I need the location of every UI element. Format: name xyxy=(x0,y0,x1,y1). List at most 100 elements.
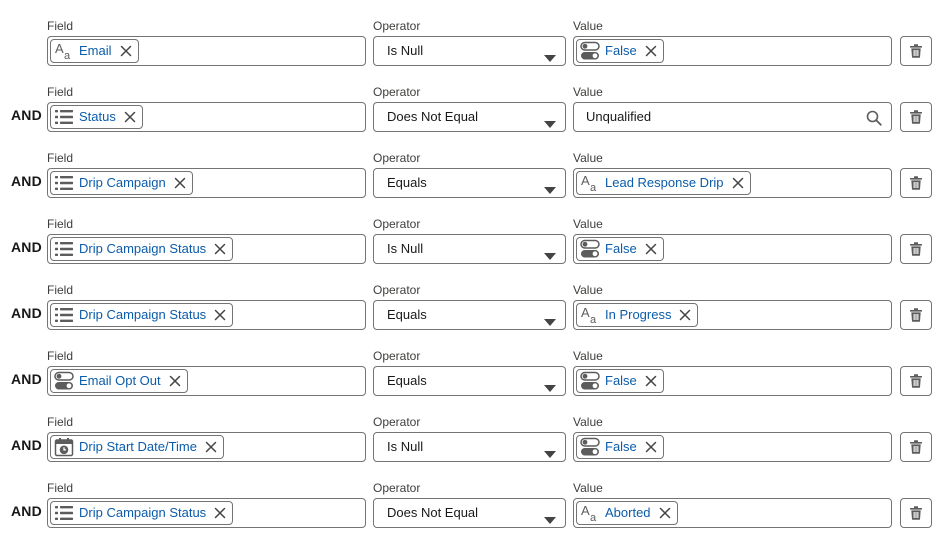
close-icon[interactable] xyxy=(645,375,657,387)
close-icon[interactable] xyxy=(124,111,136,123)
text-type-icon: Aa xyxy=(580,173,600,193)
close-icon[interactable] xyxy=(645,441,657,453)
picklist-icon xyxy=(54,107,74,127)
operator-select[interactable]: Does Not Equal xyxy=(373,102,566,132)
field-pill-label: Status xyxy=(79,109,116,124)
field-pill[interactable]: Drip Campaign Status xyxy=(50,237,234,261)
operator-select[interactable]: Equals xyxy=(373,168,566,198)
operator-select[interactable]: Equals xyxy=(373,366,566,396)
value-pill[interactable]: Aa Lead Response Drip xyxy=(576,171,751,195)
operator-select[interactable]: Is Null xyxy=(373,36,566,66)
close-icon[interactable] xyxy=(659,507,671,519)
field-input[interactable]: Aa Email xyxy=(47,36,366,66)
trash-icon xyxy=(909,176,923,190)
operator-select[interactable]: Equals xyxy=(373,300,566,330)
delete-condition-button[interactable] xyxy=(900,498,932,528)
operator-select[interactable]: Does Not Equal xyxy=(373,498,566,528)
svg-text:A: A xyxy=(55,41,64,56)
field-pill[interactable]: Drip Campaign Status xyxy=(50,501,234,525)
filter-conditions: Field Operator Value Aa Email Is Null False AND… xyxy=(0,0,938,541)
toggle-icon xyxy=(580,239,600,259)
value-input[interactable]: Unqualified xyxy=(573,102,892,132)
value-input[interactable]: False xyxy=(573,366,892,396)
field-input[interactable]: Drip Campaign Status xyxy=(47,498,366,528)
close-icon[interactable] xyxy=(169,375,181,387)
value-input[interactable]: False xyxy=(573,234,892,264)
value-pill[interactable]: Aa In Progress xyxy=(576,303,699,327)
filter-row: AND Field Operator Value Email Opt Out Equals… xyxy=(0,349,938,415)
value-pill-label: Aborted xyxy=(605,505,651,520)
value-input[interactable]: False xyxy=(573,432,892,462)
delete-condition-button[interactable] xyxy=(900,432,932,462)
operator-label: Operator xyxy=(373,151,421,165)
close-icon[interactable] xyxy=(214,243,226,255)
field-pill[interactable]: Drip Campaign Status xyxy=(50,303,234,327)
field-pill[interactable]: Email Opt Out xyxy=(50,369,188,393)
close-icon[interactable] xyxy=(205,441,217,453)
field-label: Field xyxy=(47,481,74,495)
field-label: Field xyxy=(47,151,74,165)
toggle-icon xyxy=(580,437,600,457)
delete-condition-button[interactable] xyxy=(900,366,932,396)
field-input[interactable]: Status xyxy=(47,102,366,132)
trash-icon xyxy=(909,440,923,454)
operator-select[interactable]: Is Null xyxy=(373,432,566,462)
field-pill[interactable]: Drip Campaign xyxy=(50,171,193,195)
value-pill[interactable]: False xyxy=(576,369,664,393)
delete-condition-button[interactable] xyxy=(900,234,932,264)
field-input[interactable]: Drip Campaign Status xyxy=(47,300,366,330)
field-input[interactable]: Drip Campaign Status xyxy=(47,234,366,264)
value-pill[interactable]: False xyxy=(576,435,664,459)
operator-value: Does Not Equal xyxy=(387,109,479,124)
close-icon[interactable] xyxy=(645,45,657,57)
value-pill-label: In Progress xyxy=(605,307,672,322)
search-icon[interactable] xyxy=(866,110,882,126)
chevron-down-icon xyxy=(544,445,556,458)
svg-text:A: A xyxy=(581,173,590,188)
field-label: Field xyxy=(47,415,74,429)
field-input[interactable]: Email Opt Out xyxy=(47,366,366,396)
operator-value: Equals xyxy=(387,373,427,388)
svg-text:A: A xyxy=(581,305,590,320)
svg-text:A: A xyxy=(581,503,590,518)
filter-row: AND Field Operator Value Drip Campaign Statu… xyxy=(0,283,938,349)
field-input[interactable]: Drip Start Date/Time xyxy=(47,432,366,462)
value-input[interactable]: Aa Lead Response Drip xyxy=(573,168,892,198)
text-type-icon: Aa xyxy=(580,305,600,325)
value-input[interactable]: Aa In Progress xyxy=(573,300,892,330)
field-pill-label: Drip Start Date/Time xyxy=(79,439,197,454)
field-label: Field xyxy=(47,217,74,231)
field-pill[interactable]: Status xyxy=(50,105,143,129)
field-pill[interactable]: Aa Email xyxy=(50,39,139,63)
conjunction-label: AND xyxy=(11,305,42,321)
value-pill[interactable]: False xyxy=(576,39,664,63)
value-pill[interactable]: Aa Aborted xyxy=(576,501,678,525)
value-label: Value xyxy=(573,19,603,33)
delete-condition-button[interactable] xyxy=(900,36,932,66)
value-input[interactable]: False xyxy=(573,36,892,66)
close-icon[interactable] xyxy=(679,309,691,321)
picklist-icon xyxy=(54,173,74,193)
operator-label: Operator xyxy=(373,481,421,495)
close-icon[interactable] xyxy=(120,45,132,57)
operator-select[interactable]: Is Null xyxy=(373,234,566,264)
field-pill[interactable]: Drip Start Date/Time xyxy=(50,435,224,459)
calendar-clock-icon xyxy=(54,437,74,457)
close-icon[interactable] xyxy=(214,507,226,519)
close-icon[interactable] xyxy=(174,177,186,189)
trash-icon xyxy=(909,308,923,322)
delete-condition-button[interactable] xyxy=(900,168,932,198)
value-input[interactable]: Aa Aborted xyxy=(573,498,892,528)
field-label: Field xyxy=(47,85,74,99)
field-input[interactable]: Drip Campaign xyxy=(47,168,366,198)
trash-icon xyxy=(909,44,923,58)
close-icon[interactable] xyxy=(214,309,226,321)
delete-condition-button[interactable] xyxy=(900,102,932,132)
delete-condition-button[interactable] xyxy=(900,300,932,330)
conjunction-label: AND xyxy=(11,173,42,189)
value-pill[interactable]: False xyxy=(576,237,664,261)
close-icon[interactable] xyxy=(732,177,744,189)
chevron-down-icon xyxy=(544,379,556,392)
toggle-icon xyxy=(580,41,600,61)
close-icon[interactable] xyxy=(645,243,657,255)
